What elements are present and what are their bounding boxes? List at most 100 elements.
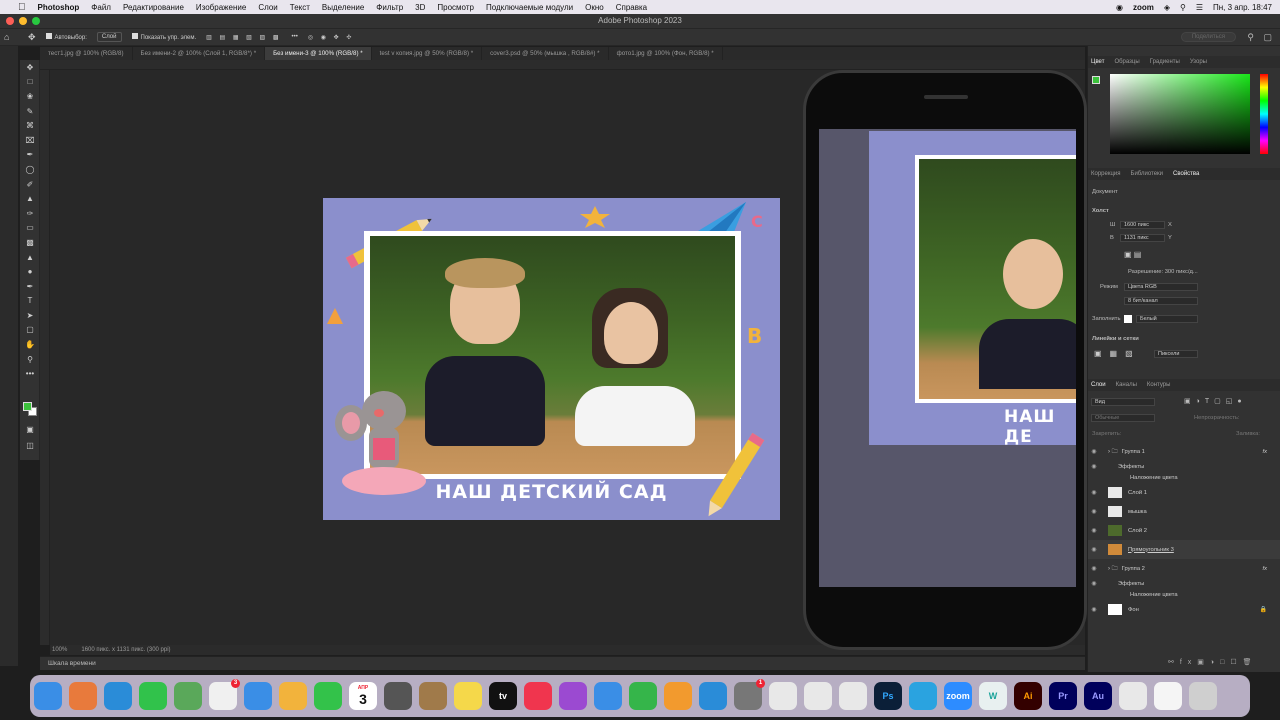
layer-filter-icons[interactable]: ▣◑T▢◱● xyxy=(1184,397,1247,405)
zoom-level[interactable]: 100% xyxy=(52,647,67,653)
blur-tool-icon[interactable]: ▲ xyxy=(20,250,40,265)
zoom-menu[interactable]: zoom xyxy=(1133,3,1154,12)
acrobat-icon[interactable] xyxy=(804,682,832,710)
menu-help[interactable]: Справка xyxy=(616,3,647,12)
keynote-icon[interactable] xyxy=(594,682,622,710)
tab-paths[interactable]: Контуры xyxy=(1147,379,1171,391)
visibility-eye-icon[interactable]: ◉ xyxy=(1088,508,1100,515)
layer-fx-badge[interactable]: fx xyxy=(1262,566,1267,572)
notes-icon[interactable] xyxy=(454,682,482,710)
tab-doc-2[interactable]: Без имени-2 @ 100% (Слой 1, RGB/8*) * xyxy=(133,47,266,60)
menu-file[interactable]: Файл xyxy=(91,3,111,12)
numbers-icon[interactable] xyxy=(629,682,657,710)
photos-icon[interactable] xyxy=(279,682,307,710)
folder-icon[interactable]: › 🗀 xyxy=(1108,564,1118,574)
podcasts-icon[interactable] xyxy=(559,682,587,710)
vertical-ruler[interactable] xyxy=(40,70,50,645)
3d-mode-icons[interactable]: ◎ ◉ ✥ ✣ xyxy=(308,34,355,41)
clock[interactable]: Пн, 3 апр. 18:47 xyxy=(1213,3,1272,12)
tab-doc-5[interactable]: cover3.psd @ 50% (мышка , RGB/8#) * xyxy=(482,47,609,60)
eyedropper-tool-icon[interactable]: ✒ xyxy=(20,148,40,163)
visibility-eye-icon[interactable]: ◉ xyxy=(1088,580,1100,587)
wifi-icon[interactable]: ◈ xyxy=(1164,3,1170,12)
menu-edit[interactable]: Редактирование xyxy=(123,3,184,12)
telegram-icon[interactable] xyxy=(909,682,937,710)
settings-icon[interactable]: 1 xyxy=(734,679,765,710)
brush-tool-icon[interactable]: ✐ xyxy=(20,177,40,192)
marquee-tool-icon[interactable]: □ xyxy=(20,75,40,90)
share-button[interactable]: Поделиться xyxy=(1180,32,1236,42)
visibility-eye-icon[interactable]: ◉ xyxy=(1088,448,1100,455)
visibility-eye-icon[interactable]: ◉ xyxy=(1088,565,1100,572)
tab-libraries[interactable]: Библиотеки xyxy=(1131,168,1164,180)
autoselect-select[interactable]: Слой xyxy=(96,32,122,42)
path-select-icon[interactable]: ➤ xyxy=(20,308,40,323)
tab-gradients[interactable]: Градиенты xyxy=(1150,56,1180,68)
width-field[interactable]: 1600 пикс xyxy=(1120,221,1165,229)
tab-adjustments[interactable]: Коррекция xyxy=(1091,168,1121,180)
notes-brown-icon[interactable] xyxy=(419,682,447,710)
layer-row[interactable]: ◉ Слой 1 xyxy=(1088,483,1280,502)
chrome-icon[interactable] xyxy=(769,682,797,710)
healing-tool-icon[interactable]: ◯ xyxy=(20,162,40,177)
layer-row[interactable]: ◉ Фон 🔒 xyxy=(1088,600,1280,619)
orientation-icons[interactable]: ▣ ▤ xyxy=(1124,250,1141,259)
files-icon[interactable] xyxy=(1119,682,1147,710)
visibility-eye-icon[interactable]: ◉ xyxy=(1088,463,1100,470)
apple-icon[interactable]:  xyxy=(18,2,26,13)
mail-icon[interactable] xyxy=(244,682,272,710)
maps-icon[interactable] xyxy=(174,682,202,710)
layer-row[interactable]: ◉ Эффекты xyxy=(1088,461,1280,472)
more-icon[interactable]: ••• xyxy=(292,34,298,40)
unknown-w-icon[interactable]: W xyxy=(979,682,1007,710)
lasso-tool-icon[interactable]: ❀ xyxy=(20,89,40,104)
workspace-icon[interactable]: ▢ xyxy=(1263,32,1272,43)
timeline-panel[interactable]: Шкала времени xyxy=(40,656,1085,670)
type-tool-icon[interactable]: T xyxy=(20,294,40,309)
tab-doc-3[interactable]: Без имени-3 @ 100% (RGB/8) * xyxy=(265,47,372,60)
hand-tool-icon[interactable]: ✋ xyxy=(20,337,40,352)
height-field[interactable]: 1131 пикс xyxy=(1120,234,1165,242)
layer-row[interactable]: ◉ Прямоугольник 3 xyxy=(1088,540,1280,559)
menu-image[interactable]: Изображение xyxy=(196,3,246,12)
quick-select-tool-icon[interactable]: ✎ xyxy=(20,104,40,119)
fill-select[interactable]: Белый xyxy=(1136,315,1198,323)
layer-row[interactable]: ◉ Слой 2 xyxy=(1088,521,1280,540)
close-button[interactable] xyxy=(6,17,14,25)
layer-fx-badge[interactable]: fx xyxy=(1262,449,1267,455)
layer-row[interactable]: ◉ › 🗀 Группа 1 fx xyxy=(1088,442,1280,461)
visibility-eye-icon[interactable]: ◉ xyxy=(1088,527,1100,534)
layer-row[interactable]: ◉ Эффекты xyxy=(1088,578,1280,589)
history-brush-icon[interactable]: ✑ xyxy=(20,206,40,221)
layer-row[interactable]: ◉ мышка xyxy=(1088,502,1280,521)
premiere-icon[interactable]: Pr xyxy=(1049,682,1077,710)
safari-icon[interactable] xyxy=(104,682,132,710)
calendar-icon[interactable]: АПР 3 xyxy=(349,682,377,710)
screenshot-icon[interactable] xyxy=(384,682,412,710)
more-tools-icon[interactable]: ••• xyxy=(20,366,40,381)
hue-slider[interactable] xyxy=(1260,74,1268,154)
document-artboard[interactable]: C B НАШ ДЕТСКИЙ САД xyxy=(323,198,780,520)
launchpad-icon[interactable] xyxy=(69,682,97,710)
show-transform-checkbox[interactable]: Показать упр. элем. xyxy=(131,33,196,41)
control-center-icon[interactable]: ☰ xyxy=(1196,3,1203,12)
menu-view[interactable]: Просмотр xyxy=(437,3,474,12)
menu-plugins[interactable]: Подключаемые модули xyxy=(486,3,573,12)
layers-footer-icons[interactable]: ⚯fx▣◑□☐🗑 xyxy=(1168,658,1258,666)
fg-color-chip[interactable] xyxy=(1092,76,1100,84)
menu-app[interactable]: Photoshop xyxy=(38,3,80,12)
frame-tool-icon[interactable]: ⌧ xyxy=(20,133,40,148)
menu-3d[interactable]: 3D xyxy=(415,3,425,12)
layer-row[interactable]: Наложение цвета xyxy=(1088,472,1280,483)
app-store-icon[interactable] xyxy=(699,682,727,710)
zoom-icon[interactable]: zoom xyxy=(944,682,972,710)
qr-icon[interactable] xyxy=(1154,682,1182,710)
units-select[interactable]: Пиксели xyxy=(1154,350,1198,358)
layer-row[interactable]: Наложение цвета xyxy=(1088,589,1280,600)
illustrator-icon[interactable]: Ai xyxy=(1014,682,1042,710)
dodge-tool-icon[interactable]: ● xyxy=(20,264,40,279)
pen-tool-icon[interactable]: ✒ xyxy=(20,279,40,294)
move-tool-icon[interactable]: ✥ xyxy=(28,32,36,43)
stamp-tool-icon[interactable]: ▲ xyxy=(20,191,40,206)
tab-doc-4[interactable]: test v копия.jpg @ 50% (RGB/8) * xyxy=(372,47,483,60)
